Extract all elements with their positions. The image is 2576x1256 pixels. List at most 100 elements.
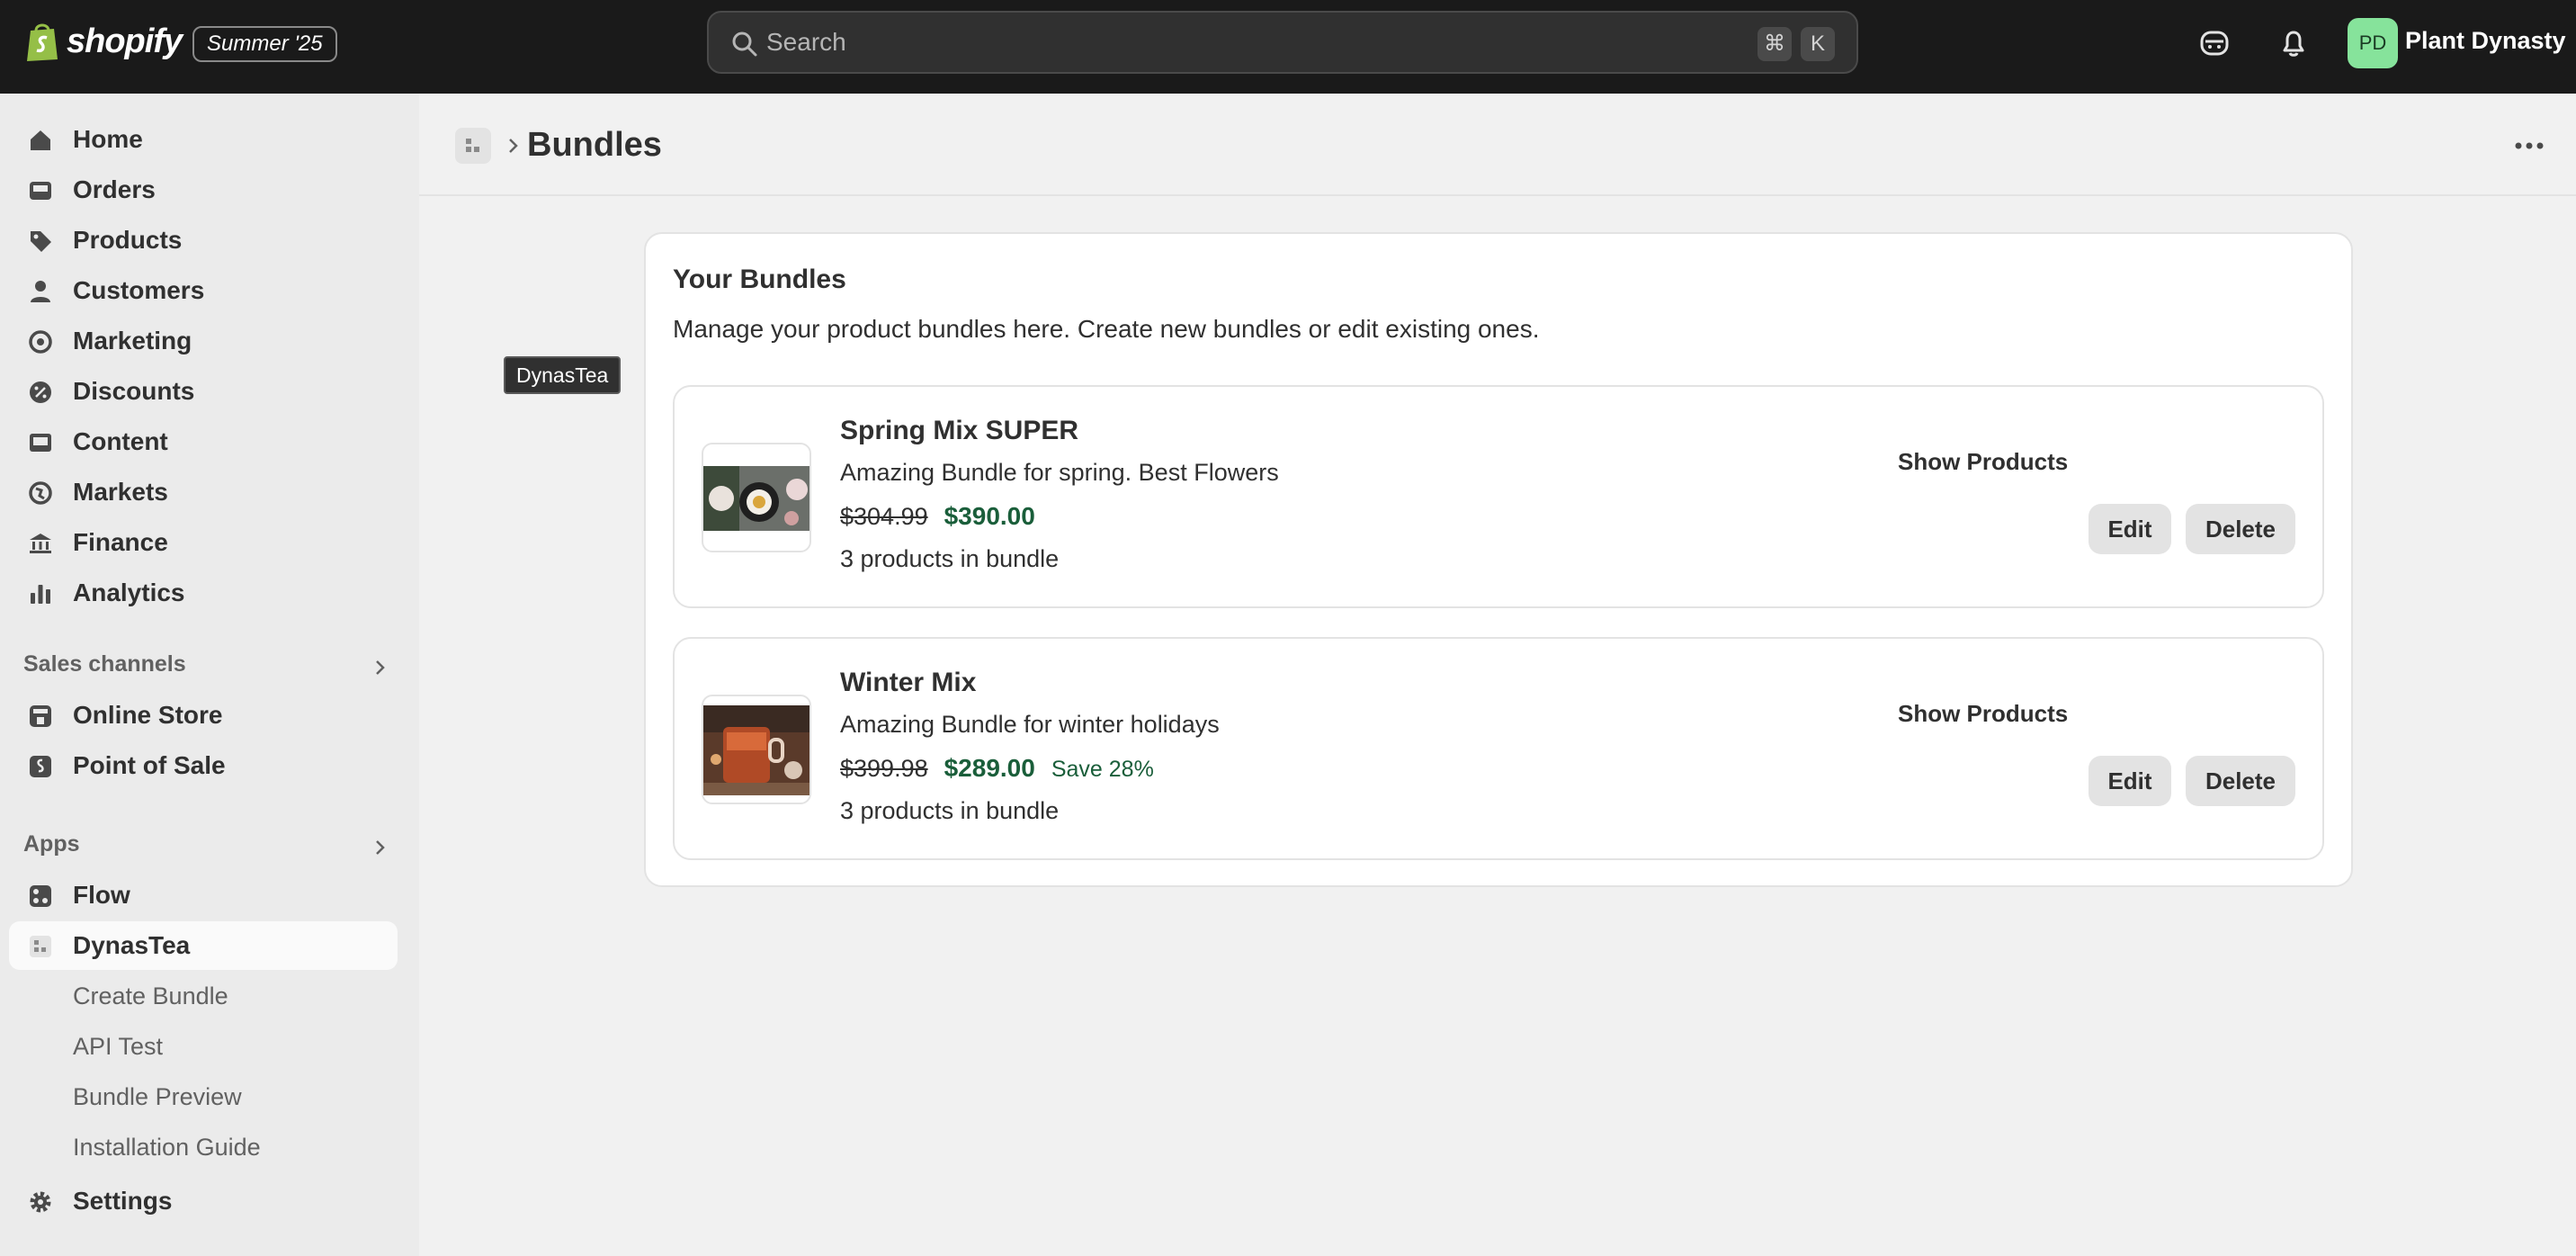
tooltip: DynasTea — [504, 356, 622, 394]
sidebar-item-label: DynasTea — [73, 931, 191, 959]
sidebar-item-finance[interactable]: Finance — [9, 518, 398, 567]
spring-bundle-image — [703, 466, 809, 531]
bundle-description: Amazing Bundle for winter holidays — [840, 711, 1220, 738]
sidebar-item-settings[interactable]: Settings — [9, 1177, 398, 1225]
person-icon — [31, 281, 50, 302]
sidebar-item-label: Discounts — [73, 377, 195, 405]
avatar[interactable]: PD — [2348, 18, 2398, 68]
original-price: $399.98 — [840, 755, 928, 782]
sidebar-item-label: Point of Sale — [73, 751, 226, 779]
sidebar-item-discounts[interactable]: Discounts — [9, 367, 398, 416]
bundle-price: $390.00 — [944, 502, 1035, 530]
chevron-right-icon[interactable] — [369, 837, 390, 858]
sidebar-item-label: Flow — [73, 881, 130, 909]
bundle-prices: $399.98 $289.00 Save 28% — [840, 754, 1154, 783]
page-header: Bundles — [419, 94, 2576, 196]
more-actions-icon[interactable] — [2509, 130, 2549, 162]
sidebar-subitem-create-bundle[interactable]: Create Bundle — [73, 982, 228, 1010]
discount-icon — [30, 381, 51, 403]
sidebar-item-customers[interactable]: Customers — [9, 266, 398, 315]
sidebar-subitem-installation-guide[interactable]: Installation Guide — [73, 1134, 261, 1162]
sidebar-item-home[interactable]: Home — [9, 115, 398, 164]
sidebar-item-dynastea[interactable]: DynasTea — [9, 921, 398, 970]
original-price: $304.99 — [840, 503, 928, 530]
edition-badge: Summer '25 — [192, 26, 337, 62]
product-count: 3 products in bundle — [840, 545, 1060, 572]
search-icon — [732, 31, 757, 57]
sidebar-subitem-api-test[interactable]: API Test — [73, 1033, 163, 1061]
store-icon — [30, 705, 51, 727]
breadcrumb-app-icon[interactable] — [455, 128, 491, 164]
bell-icon[interactable] — [2276, 25, 2312, 61]
delete-button[interactable]: Delete — [2186, 504, 2295, 554]
shopify-logo[interactable]: shopify — [23, 20, 183, 63]
search-input[interactable] — [766, 22, 1666, 63]
card-title: Your Bundles — [673, 265, 846, 294]
sales-channels-heading: Sales channels — [23, 651, 186, 677]
sidebar-item-label: Online Store — [73, 701, 223, 729]
bank-icon — [30, 534, 51, 553]
show-products-button[interactable]: Show Products — [1898, 700, 2068, 728]
sidebar-item-label: Home — [73, 125, 143, 153]
savings-label: Save 28% — [1051, 757, 1154, 782]
card-description: Manage your product bundles here. Create… — [673, 315, 1540, 343]
logo-text: shopify — [67, 22, 183, 60]
sidebar-item-marketing[interactable]: Marketing — [9, 317, 398, 365]
delete-button[interactable]: Delete — [2186, 756, 2295, 806]
app-icon — [466, 139, 479, 152]
shortcut-k-key: K — [1801, 27, 1835, 61]
bundle-name: Winter Mix — [840, 668, 977, 697]
chevron-right-icon — [509, 139, 518, 153]
chevron-right-icon[interactable] — [369, 657, 390, 678]
sidebar-item-online-store[interactable]: Online Store — [9, 691, 398, 740]
sidebar-item-label: Marketing — [73, 327, 192, 354]
home-icon — [31, 130, 50, 150]
app-icon — [30, 936, 51, 957]
shopify-bag-icon — [27, 23, 58, 61]
sidebar-item-point-of-sale[interactable]: Point of Sale — [9, 741, 398, 790]
sidebar-item-label: Finance — [73, 528, 168, 556]
bundle-prices: $304.99 $390.00 — [840, 502, 1035, 531]
sidebar-item-orders[interactable]: Orders — [9, 166, 398, 214]
bundle-thumbnail — [702, 695, 811, 804]
globe-icon — [29, 481, 52, 505]
bundle-item: Winter Mix Amazing Bundle for winter hol… — [673, 637, 2324, 860]
apps-heading: Apps — [23, 831, 80, 857]
sidekick-icon[interactable] — [2196, 25, 2232, 61]
sidebar-item-products[interactable]: Products — [9, 216, 398, 265]
sidebar-item-markets[interactable]: Markets — [9, 468, 398, 516]
pos-icon — [30, 756, 51, 777]
tag-icon — [31, 231, 51, 252]
edit-button[interactable]: Edit — [2089, 504, 2171, 554]
bundle-description: Amazing Bundle for spring. Best Flowers — [840, 459, 1279, 486]
sidebar-item-label: Content — [73, 427, 168, 455]
winter-bundle-image — [703, 705, 809, 795]
sidebar-item-label: Markets — [73, 478, 168, 506]
show-products-button[interactable]: Show Products — [1898, 448, 2068, 476]
bundle-thumbnail — [702, 443, 811, 552]
edit-button[interactable]: Edit — [2089, 756, 2171, 806]
sidebar-item-analytics[interactable]: Analytics — [9, 569, 398, 617]
gear-icon — [30, 1191, 51, 1213]
sidebar-item-flow[interactable]: Flow — [9, 871, 398, 920]
top-bar: shopify Summer '25 ⌘ K PD Plant Dynasty — [0, 0, 2576, 94]
bundles-card: Your Bundles Manage your product bundles… — [644, 232, 2353, 887]
sidebar-item-content[interactable]: Content — [9, 417, 398, 466]
sidebar-item-label: Customers — [73, 276, 205, 304]
sidebar-subitem-bundle-preview[interactable]: Bundle Preview — [73, 1083, 242, 1111]
sidebar-item-label: Settings — [73, 1187, 173, 1215]
shortcut-cmd-key: ⌘ — [1758, 27, 1792, 61]
inbox-icon — [30, 182, 51, 200]
sidebar-item-label: Products — [73, 226, 183, 254]
sidebar-item-label: Analytics — [73, 579, 185, 606]
bundle-price: $289.00 — [944, 754, 1035, 782]
search-bar[interactable]: ⌘ K — [707, 11, 1858, 74]
sidebar-item-label: Orders — [73, 175, 156, 203]
flow-icon — [30, 885, 51, 907]
store-name[interactable]: Plant Dynasty — [2405, 27, 2566, 55]
target-icon — [29, 330, 52, 354]
bundle-item: Spring Mix SUPER Amazing Bundle for spri… — [673, 385, 2324, 608]
bundle-name: Spring Mix SUPER — [840, 416, 1079, 445]
bar-chart-icon — [31, 585, 50, 604]
image-icon — [30, 434, 51, 452]
